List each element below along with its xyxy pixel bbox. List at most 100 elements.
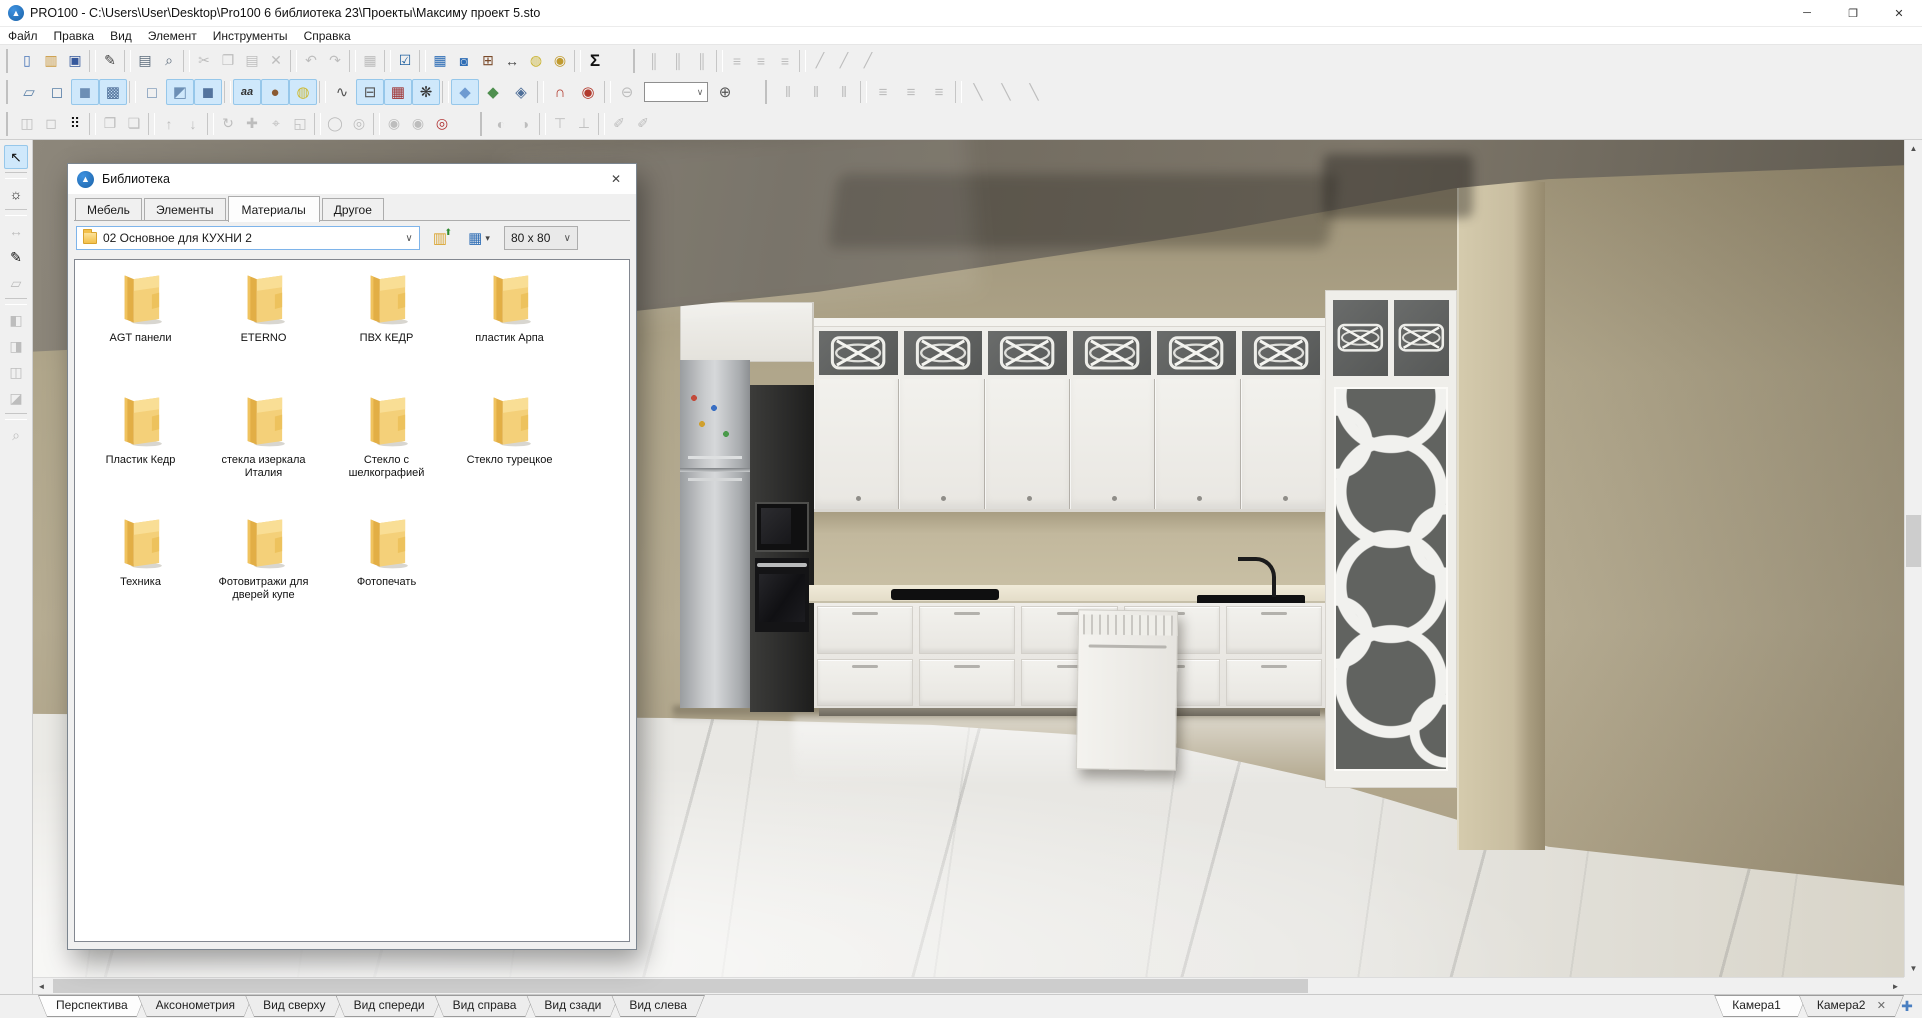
- cutting-list[interactable]: ⊞: [476, 49, 500, 73]
- view-tab[interactable]: Перспектива: [38, 995, 146, 1017]
- scroll-up-icon[interactable]: ▲: [1905, 140, 1922, 157]
- library-folder[interactable]: стекла изеркала Италия: [202, 392, 325, 514]
- snap-node[interactable]: ◆: [451, 79, 479, 105]
- library-folder[interactable]: Пластик Кедр: [79, 392, 202, 514]
- camera-eye-side[interactable]: ◉: [406, 112, 430, 136]
- show-lighting[interactable]: ◍: [289, 79, 317, 105]
- library-folder[interactable]: ПВХ КЕДР: [325, 270, 448, 392]
- render-target[interactable]: ◎: [430, 112, 454, 136]
- free-curve[interactable]: ∿: [328, 79, 356, 105]
- category-combobox[interactable]: 02 Основное для КУХНИ 2 ∨: [76, 226, 420, 250]
- distribute-h1[interactable]: ‖: [774, 79, 802, 105]
- distribute-h3[interactable]: ‖: [830, 79, 858, 105]
- view-hidden-lines[interactable]: ◻: [43, 79, 71, 105]
- show-dimensions[interactable]: ⊟: [356, 79, 384, 105]
- scroll-left-icon[interactable]: ◄: [33, 978, 50, 994]
- menu-item[interactable]: Вид: [102, 28, 140, 44]
- report-settings[interactable]: ☑: [393, 49, 417, 73]
- shelf-align-c[interactable]: ║: [690, 49, 714, 73]
- rotate-c[interactable]: ╲: [1020, 79, 1048, 105]
- library-folder[interactable]: AGT панели: [79, 270, 202, 392]
- mirror-vertical[interactable]: ◑: [513, 112, 537, 136]
- align2-bottom[interactable]: ≡: [925, 79, 953, 105]
- vertical-scroll-thumb[interactable]: [1906, 515, 1921, 567]
- align-middle[interactable]: ≡: [749, 49, 773, 73]
- library-tab[interactable]: Элементы: [144, 198, 226, 221]
- library-folder[interactable]: Фотовитражи для дверей купе: [202, 514, 325, 636]
- view-tab[interactable]: Вид спереди: [336, 995, 443, 1017]
- align2-top[interactable]: ≡: [869, 79, 897, 105]
- camera-tab[interactable]: Камера2 ✕: [1799, 995, 1904, 1017]
- view-tab[interactable]: Вид слева: [611, 995, 705, 1017]
- view-shaded[interactable]: ◼: [194, 79, 222, 105]
- select-tool[interactable]: ↖: [4, 145, 28, 169]
- library-folder[interactable]: ETERNO: [202, 270, 325, 392]
- view-semitransparent[interactable]: ◩: [166, 79, 194, 105]
- properties[interactable]: ▦: [358, 49, 382, 73]
- view-tab[interactable]: Аксонометрия: [138, 995, 253, 1017]
- center-element[interactable]: ⌖: [264, 112, 288, 136]
- minimize-button[interactable]: ─: [1784, 0, 1830, 26]
- library-tab[interactable]: Материалы: [228, 196, 320, 222]
- zoom-level-combo[interactable]: ∨: [644, 82, 708, 102]
- scroll-down-icon[interactable]: ▼: [1905, 960, 1922, 977]
- menu-item[interactable]: Элемент: [140, 28, 205, 44]
- align-front-edge[interactable]: ◨: [4, 334, 28, 358]
- delete[interactable]: ✕: [264, 49, 288, 73]
- chevron-down-icon[interactable]: ▾: [485, 233, 490, 244]
- library-folder[interactable]: пластик Арпа: [448, 270, 571, 392]
- vertical-scrollbar[interactable]: ▲ ▼: [1904, 140, 1922, 977]
- shelf-align-a[interactable]: ║: [642, 49, 666, 73]
- paint-b[interactable]: ✐: [631, 112, 655, 136]
- cut[interactable]: ✂: [192, 49, 216, 73]
- shelf-align-b[interactable]: ║: [666, 49, 690, 73]
- menu-item[interactable]: Файл: [0, 28, 46, 44]
- view-solid[interactable]: ◼: [71, 79, 99, 105]
- align-center[interactable]: ◪: [4, 386, 28, 410]
- rotate-b[interactable]: ╲: [992, 79, 1020, 105]
- scale-element[interactable]: ◱: [288, 112, 312, 136]
- calculate-sum[interactable]: Σ: [583, 49, 607, 73]
- view-tab[interactable]: Вид справа: [435, 995, 535, 1017]
- paste[interactable]: ▤: [240, 49, 264, 73]
- snap-points-grid[interactable]: ⠿: [63, 112, 87, 136]
- menu-item[interactable]: Правка: [46, 28, 103, 44]
- camera-tab[interactable]: Камера1: [1714, 995, 1807, 1017]
- align-pair[interactable]: ◫: [4, 360, 28, 384]
- move-element[interactable]: ✚: [240, 112, 264, 136]
- zoom-out[interactable]: ⊖: [613, 79, 641, 105]
- library-dialog-titlebar[interactable]: ▲ Библиотека ✕: [68, 164, 636, 194]
- view-wireframe[interactable]: ▱: [15, 79, 43, 105]
- rotate-element[interactable]: ↻: [216, 112, 240, 136]
- paint-a[interactable]: ✐: [607, 112, 631, 136]
- show-grid[interactable]: ▦: [384, 79, 412, 105]
- up-folder-button[interactable]: ▥: [426, 225, 454, 251]
- scroll-right-icon[interactable]: ►: [1887, 978, 1904, 994]
- horizontal-scroll-thumb[interactable]: [53, 979, 1308, 993]
- thumbnail-size-select[interactable]: 80 x 80 ∨: [504, 226, 578, 250]
- show-material-sphere[interactable]: ●: [261, 79, 289, 105]
- align-left-edge[interactable]: ◧: [4, 308, 28, 332]
- library-folder[interactable]: Фотопечать: [325, 514, 448, 636]
- snap-edit[interactable]: ◆: [479, 79, 507, 105]
- camera-eye-front[interactable]: ◉: [382, 112, 406, 136]
- ungroup[interactable]: ❏: [122, 112, 146, 136]
- align2-middle[interactable]: ≡: [897, 79, 925, 105]
- wall-visibility[interactable]: ◻: [39, 112, 63, 136]
- close-button[interactable]: ✕: [1876, 0, 1922, 26]
- contour-tool[interactable]: ▱: [4, 271, 28, 295]
- object-info[interactable]: ◙: [452, 49, 476, 73]
- rotate-a[interactable]: ╲: [964, 79, 992, 105]
- price-coin[interactable]: ◉: [548, 49, 572, 73]
- align-top[interactable]: ≡: [725, 49, 749, 73]
- ellipse-vertical[interactable]: ◎: [347, 112, 371, 136]
- move-up[interactable]: ↑: [157, 112, 181, 136]
- snap-axis[interactable]: ◈: [507, 79, 535, 105]
- open-project[interactable]: ▥: [39, 49, 63, 73]
- dimension-tool[interactable]: ↔: [4, 219, 28, 243]
- add-view-button[interactable]: ✚: [1896, 995, 1918, 1017]
- pencil-tool[interactable]: ✎: [4, 245, 28, 269]
- distribute-h2[interactable]: ‖: [802, 79, 830, 105]
- chevron-down-icon[interactable]: ∨: [399, 233, 419, 244]
- view-mode-button[interactable]: ▦ ▾: [460, 225, 498, 251]
